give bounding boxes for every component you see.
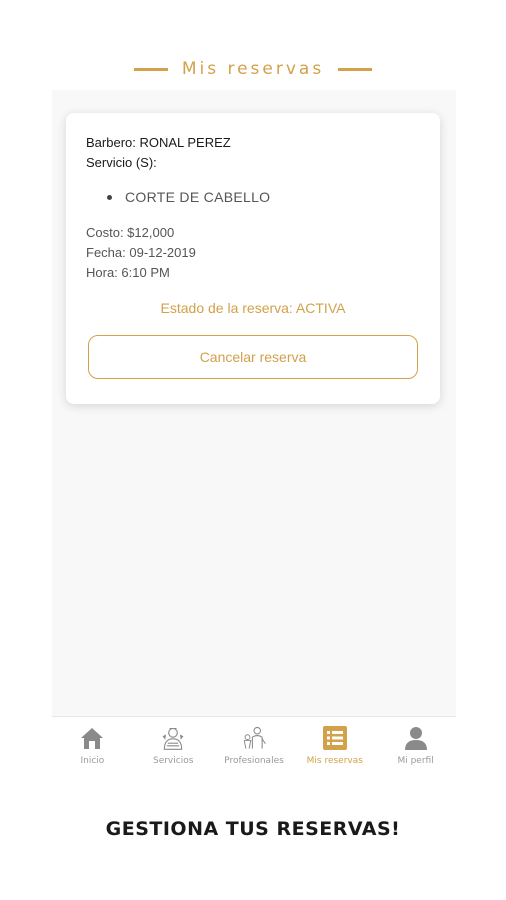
tab-label: Mi perfil xyxy=(397,756,434,766)
time-text: Hora: 6:10 PM xyxy=(86,265,170,280)
header-line-right xyxy=(338,67,373,71)
date-text: Fecha: 09-12-2019 xyxy=(86,245,196,260)
tab-inicio[interactable]: Inicio xyxy=(52,717,133,776)
reservation-status: Estado de la reserva: ACTIVA xyxy=(160,300,346,316)
header-line-left xyxy=(133,67,168,71)
service-label: Servicio (S): xyxy=(86,155,157,170)
tab-label: Mis reservas xyxy=(306,756,363,766)
cancel-reservation-button[interactable]: Cancelar reserva xyxy=(88,335,418,379)
tab-label: Inicio xyxy=(80,756,105,766)
list-icon xyxy=(322,725,348,751)
page-header: Mis reservas xyxy=(0,56,506,82)
service-item-text: CORTE DE CABELLO xyxy=(125,189,271,205)
barber-icon xyxy=(160,725,186,751)
tab-mis-reservas[interactable]: Mis reservas xyxy=(294,717,375,776)
page-title: Mis reservas xyxy=(181,59,325,79)
tab-mi-perfil[interactable]: Mi perfil xyxy=(375,717,456,776)
bottom-tab-bar: Inicio Servicios Profesionales Mis reser… xyxy=(52,716,456,776)
tab-servicios[interactable]: Servicios xyxy=(133,717,214,776)
tab-label: Servicios xyxy=(152,756,194,766)
cost-text: Costo: $12,000 xyxy=(86,225,175,240)
reservation-card: Barbero: RONAL PEREZ Servicio (S): CORTE… xyxy=(66,113,440,404)
professionals-icon xyxy=(241,725,267,751)
tab-profesionales[interactable]: Profesionales xyxy=(214,717,295,776)
service-item: CORTE DE CABELLO xyxy=(106,189,270,205)
user-icon xyxy=(403,725,429,751)
tab-label: Profesionales xyxy=(224,756,284,766)
home-icon xyxy=(79,725,105,751)
barber-name: Barbero: RONAL PEREZ xyxy=(86,135,231,150)
promo-caption: GESTIONA TUS RESERVAS! xyxy=(105,818,401,840)
